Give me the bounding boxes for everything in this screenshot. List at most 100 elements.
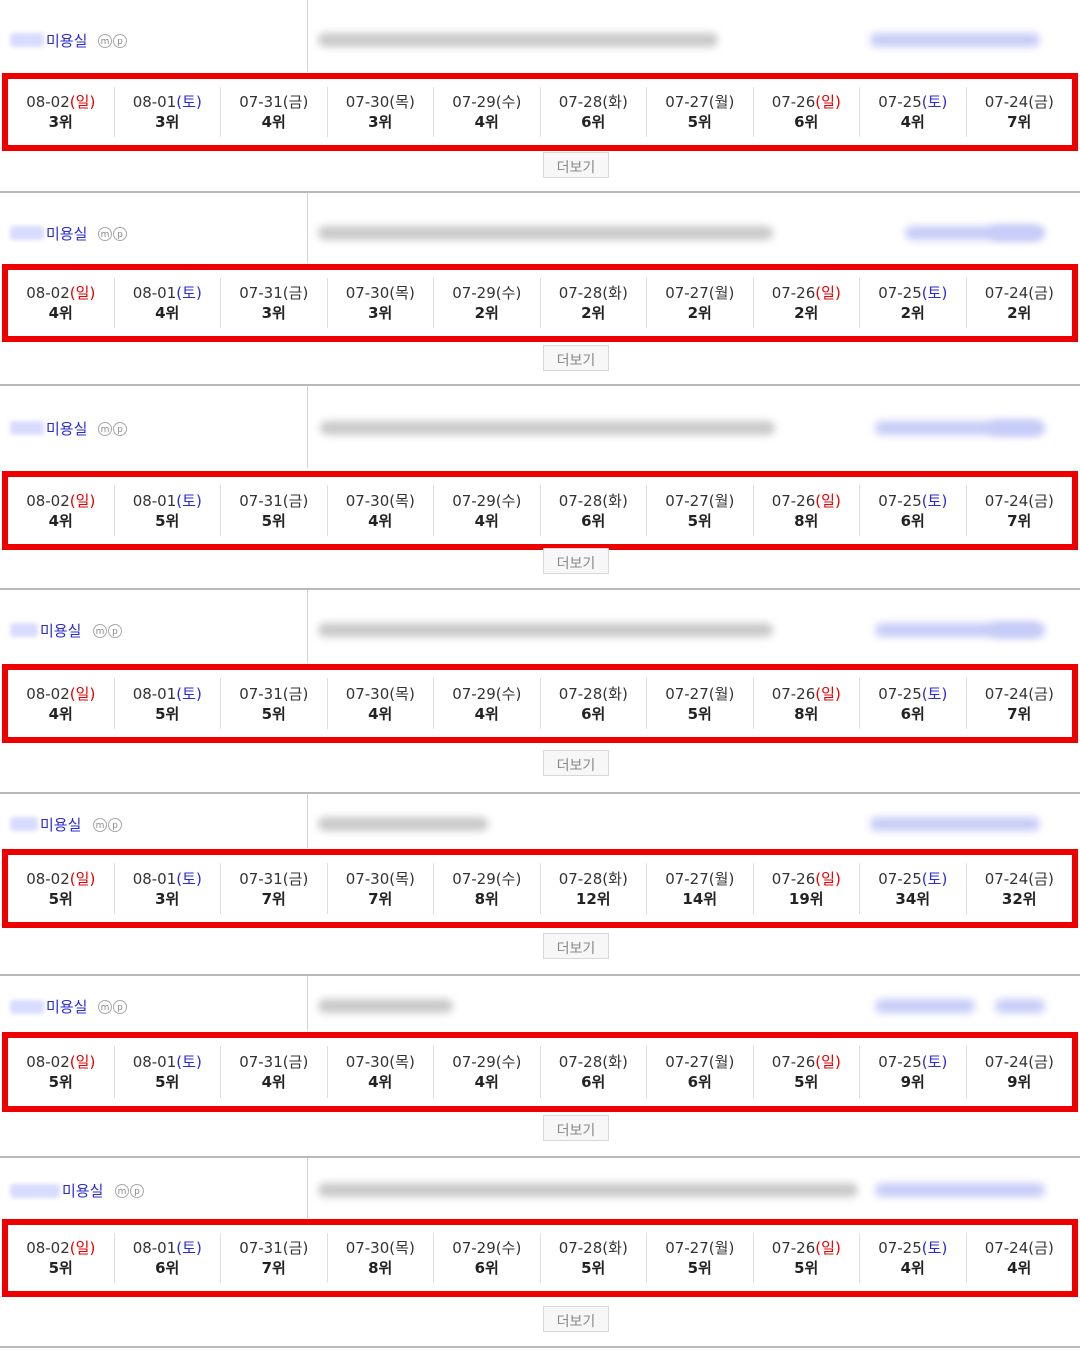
date-label: 07-25(토)	[878, 869, 947, 889]
date-month-day: 07-30	[345, 284, 390, 302]
shop-info-column: 미용실 m p	[0, 976, 308, 1031]
weekday-close-paren: )	[621, 491, 628, 510]
more-button[interactable]: 더보기	[543, 548, 609, 574]
daily-rank-table: 08-02(일) 5위 08-01(토) 6위 07-31(금) 7위 07-30(목) 8위…	[2, 1219, 1078, 1297]
shop-name-link[interactable]: 미용실	[46, 418, 87, 439]
date-label: 08-01(토)	[133, 92, 202, 112]
day-rank-cell: 07-27(월) 5위	[647, 1233, 754, 1283]
day-rank-cell: 08-02(일) 5위	[8, 1233, 115, 1283]
date-label: 07-28(화)	[559, 283, 628, 303]
day-rank-cell: 07-24(금) 7위	[967, 485, 1073, 536]
mobile-pc-icon: mp	[93, 624, 122, 638]
day-rank-cell: 07-31(금) 4위	[221, 87, 328, 137]
keyword-link-blurred[interactable]	[995, 999, 1045, 1013]
day-rank-cell: 07-31(금) 4위	[221, 1046, 328, 1098]
weekday-label: 토	[927, 491, 942, 510]
date-month-day: 07-27	[665, 869, 709, 888]
rank-value: 4위	[155, 304, 180, 322]
date-month-day: 07-25	[878, 1053, 922, 1071]
rank-value: 4위	[48, 511, 73, 530]
shop-name-link[interactable]: 미용실	[40, 620, 81, 641]
rank-value: 19위	[788, 889, 824, 908]
keyword-link-blurred[interactable]	[875, 999, 975, 1013]
weekday-close-paren: )	[408, 93, 415, 111]
day-rank-cell: 07-26(일) 2위	[754, 278, 860, 328]
date-month-day: 07-26	[771, 491, 816, 510]
shop-name-link[interactable]: 미용실	[46, 996, 87, 1017]
date-label: 07-31(금)	[239, 869, 308, 889]
weekday-close-paren: )	[515, 869, 522, 888]
date-month-day: 07-27	[665, 684, 709, 703]
weekday-label: 금	[1034, 869, 1048, 888]
rank-value: 2위	[687, 304, 712, 322]
date-month-day: 07-24	[984, 684, 1029, 703]
keyword-link-blurred[interactable]	[870, 33, 1040, 47]
day-rank-cell: 07-30(목) 7위	[328, 863, 434, 914]
weekday-close-paren: )	[195, 284, 202, 302]
day-rank-cell: 07-29(수) 4위	[434, 87, 541, 137]
date-month-day: 07-26	[771, 284, 816, 302]
date-month-day: 07-28	[558, 93, 603, 111]
more-button[interactable]: 더보기	[543, 1306, 609, 1332]
weekday-label: 금	[1034, 684, 1048, 703]
date-label: 07-30(목)	[346, 1238, 415, 1258]
shop-name-link[interactable]: 미용실	[46, 223, 87, 244]
date-month-day: 07-25	[878, 284, 922, 302]
date-month-day: 07-30	[345, 684, 390, 703]
shop-header: 미용실 m p	[0, 1158, 1080, 1218]
day-rank-cell: 07-30(목) 3위	[328, 87, 434, 137]
date-label: 07-27(월)	[665, 283, 734, 303]
keyword-link-blurred[interactable]	[870, 817, 1040, 831]
day-rank-cell: 07-25(토) 34위	[860, 863, 967, 914]
keyword-link-blurred[interactable]	[875, 1183, 1045, 1197]
weekday-close-paren: )	[728, 491, 735, 510]
keyword-link-blurred[interactable]	[990, 421, 1040, 435]
date-label: 08-02(일)	[26, 92, 95, 112]
more-button[interactable]: 더보기	[543, 345, 609, 371]
shop-thumbnail	[10, 623, 38, 637]
weekday-close-paren: )	[302, 284, 309, 302]
day-rank-cell: 07-30(목) 3위	[328, 278, 434, 328]
rank-value: 5위	[155, 511, 180, 530]
weekday-close-paren: )	[408, 284, 415, 302]
date-month-day: 07-28	[558, 1053, 603, 1071]
weekday-close-paren: )	[195, 491, 202, 510]
keyword-link-blurred[interactable]	[990, 226, 1040, 240]
date-month-day: 07-24	[984, 93, 1029, 111]
rank-value: 5위	[48, 1259, 73, 1277]
more-button[interactable]: 더보기	[543, 1115, 609, 1141]
place-url-blurred	[320, 421, 775, 435]
shop-name-link[interactable]: 미용실	[62, 1180, 103, 1201]
rank-value: 2위	[581, 304, 606, 322]
shop-name-link[interactable]: 미용실	[40, 814, 81, 835]
weekday-label: 금	[1034, 491, 1048, 510]
weekday-label: 수	[501, 284, 516, 302]
rank-value: 7위	[1007, 704, 1032, 723]
rank-value: 6위	[474, 1259, 499, 1277]
date-month-day: 08-02	[26, 284, 70, 302]
mobile-pc-icon: mp	[98, 1000, 127, 1014]
date-label: 07-25(토)	[878, 491, 947, 511]
day-rank-cell: 07-29(수) 8위	[434, 863, 541, 914]
rank-value: 6위	[581, 1073, 606, 1091]
mobile-pc-icon: mp	[98, 227, 127, 241]
weekday-label: 화	[608, 1053, 622, 1071]
more-button[interactable]: 더보기	[543, 933, 609, 959]
more-button[interactable]: 더보기	[543, 152, 609, 178]
weekday-label: 월	[714, 284, 729, 302]
more-button[interactable]: 더보기	[543, 750, 609, 776]
date-label: 08-01(토)	[133, 491, 202, 511]
day-rank-cell: 07-28(화) 2위	[541, 278, 647, 328]
day-rank-cell: 07-26(일) 5위	[754, 1233, 860, 1283]
rank-value: 12위	[575, 889, 611, 908]
weekday-label: 금	[1034, 284, 1048, 302]
shop-name-link[interactable]: 미용실	[46, 30, 87, 51]
keyword-link-blurred[interactable]	[990, 623, 1040, 637]
weekday-label: 토	[927, 284, 942, 302]
pc-icon: p	[108, 818, 122, 832]
rank-value: 4위	[48, 704, 73, 723]
weekday-label: 금	[1034, 1053, 1048, 1071]
weekday-close-paren: )	[1047, 869, 1054, 888]
weekday-label: 토	[182, 491, 196, 510]
date-month-day: 07-26	[771, 1053, 816, 1071]
